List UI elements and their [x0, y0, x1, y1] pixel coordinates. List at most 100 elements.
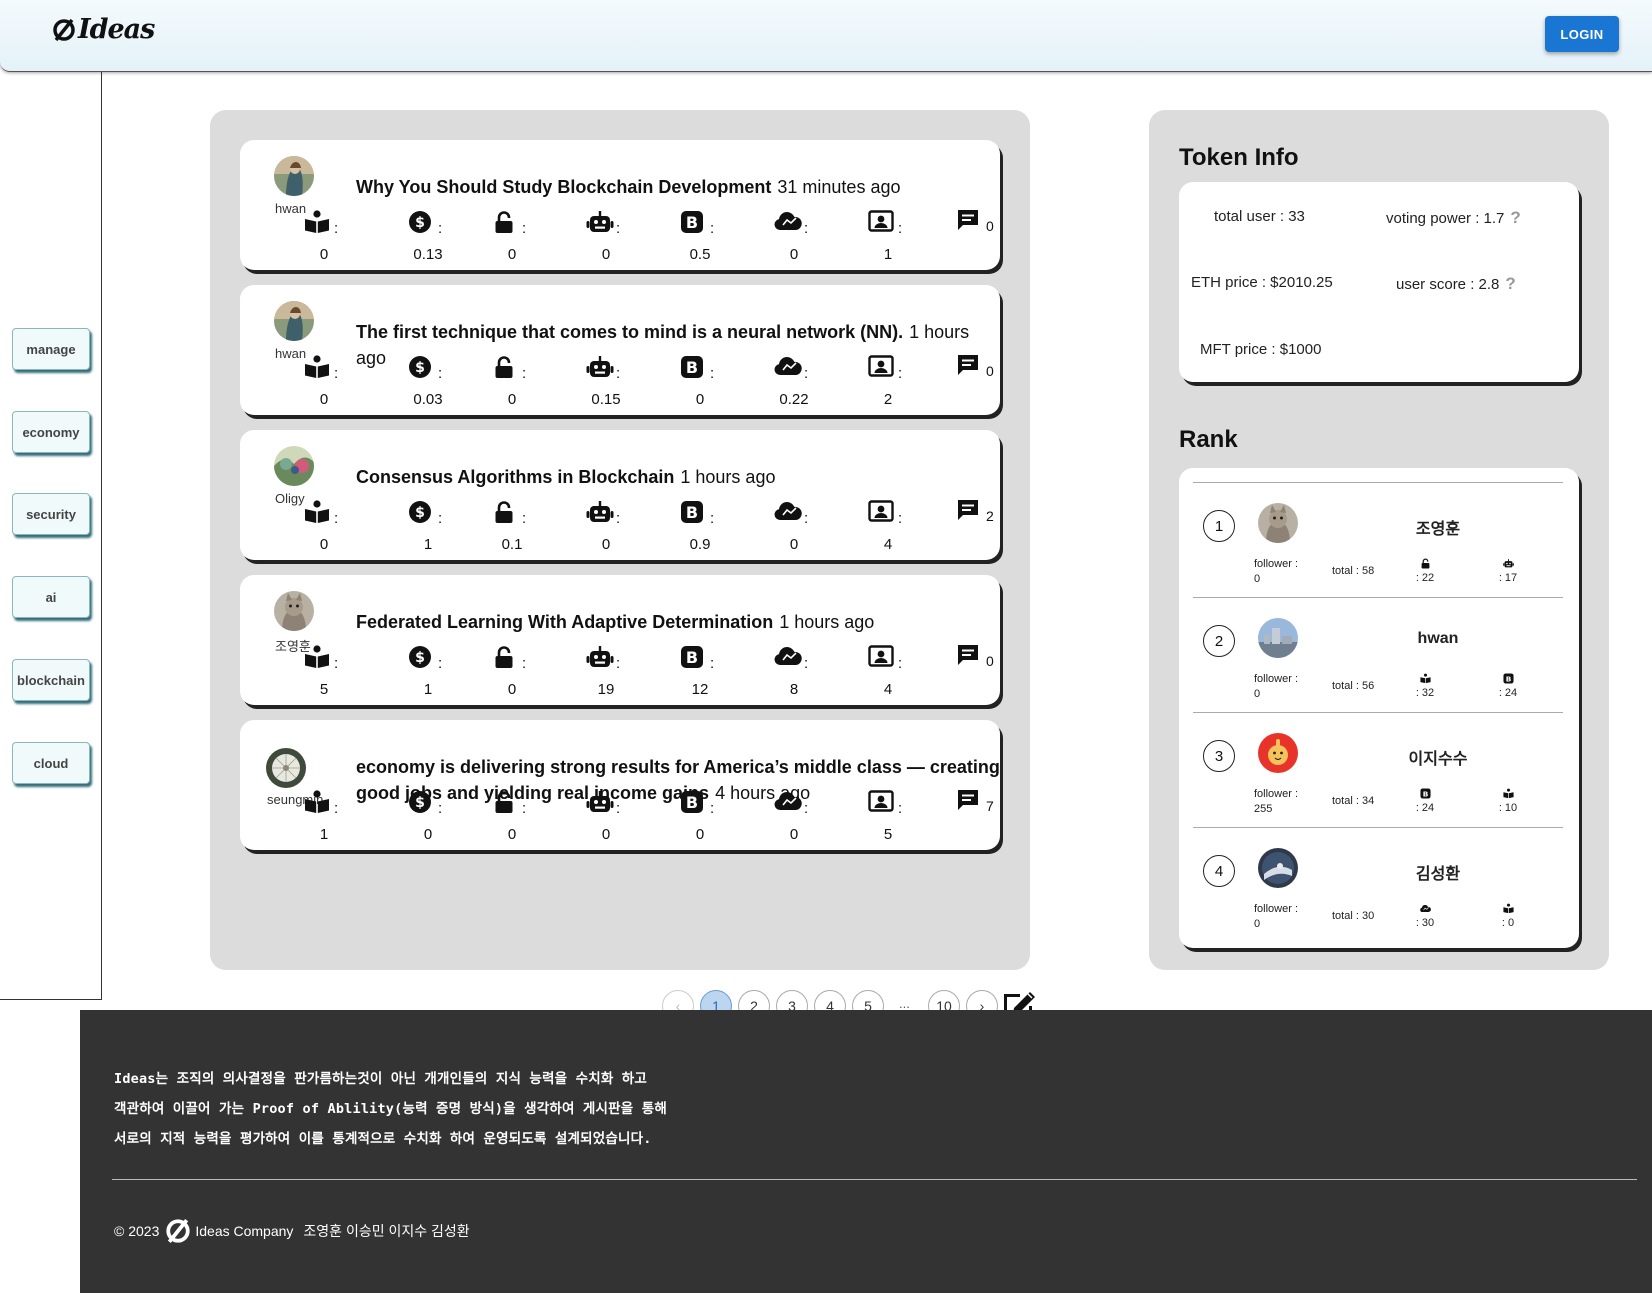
rank-row[interactable]: 1 조영훈 follower : 0 total : 58: 22: 17	[1193, 482, 1563, 597]
stat-value: 19	[597, 681, 615, 698]
post-card[interactable]: seungmin economy is delivering strong res…	[240, 720, 1000, 850]
robot-icon	[586, 355, 616, 381]
rank-avatar[interactable]	[1258, 733, 1298, 773]
author-avatar[interactable]	[274, 156, 314, 196]
post-card[interactable]: 조영훈 Federated Learning With Adaptive Dete…	[240, 575, 1000, 705]
category-blockchain-button[interactable]: blockchain	[12, 659, 90, 701]
post-title[interactable]: Federated Learning With Adaptive Determi…	[356, 609, 1001, 635]
post-card[interactable]: Oligy Consensus Algorithms in Blockchain 1…	[240, 430, 1000, 560]
post-title-text[interactable]: Federated Learning With Adaptive Determi…	[356, 612, 773, 632]
logo[interactable]: Ideas	[52, 14, 155, 45]
post-title-text[interactable]: The first technique that comes to mind i…	[356, 322, 903, 342]
bitcoin-icon: B	[680, 500, 710, 526]
author-name[interactable]: hwan	[275, 201, 306, 216]
follower-label: follower :	[1254, 788, 1299, 800]
post-time: 1 hours ago	[779, 612, 875, 632]
cloud-icon	[774, 210, 804, 236]
author-name[interactable]: Oligy	[275, 491, 305, 506]
rank-stat: : 17	[1493, 558, 1523, 584]
author-avatar[interactable]	[266, 748, 306, 788]
footer-line: Ideas는 조직의 의사결정을 판가름하는것이 아닌 개개인들의 지식 능력을…	[114, 1071, 648, 1087]
post-time: 1 hours ago	[680, 467, 776, 487]
author-avatar[interactable]	[274, 446, 314, 486]
rank-stat-value: : 17	[1498, 572, 1518, 584]
stat-separator: :	[616, 655, 621, 672]
post-title-text[interactable]: Why You Should Study Blockchain Developm…	[356, 177, 771, 197]
lock-icon	[492, 790, 522, 816]
comment-count[interactable]: 2	[956, 498, 994, 527]
post-title[interactable]: Why You Should Study Blockchain Developm…	[356, 174, 1001, 200]
footer-divider	[112, 1179, 1637, 1180]
comment-count[interactable]: 0	[956, 208, 994, 237]
post-card[interactable]: hwan Why You Should Study Blockchain Deve…	[240, 140, 1000, 270]
stat-separator: :	[438, 220, 443, 237]
help-icon[interactable]: ?	[1510, 208, 1520, 227]
stat-separator: :	[522, 800, 527, 817]
stat-value: 5	[883, 826, 893, 843]
author-name[interactable]: hwan	[275, 346, 306, 361]
rank-row[interactable]: 3 이지수수 follower : 255 total : 34 B: 24: 10	[1193, 712, 1563, 827]
comment-count-value: 2	[986, 508, 994, 524]
logo-text: Ideas	[78, 14, 155, 45]
rank-row[interactable]: 4 김성환 follower : 0 total : 30: 30: 0	[1193, 827, 1563, 942]
book-icon	[304, 210, 334, 236]
stat-value: 12	[691, 681, 709, 698]
post-title[interactable]: economy is delivering strong results for…	[356, 754, 1001, 806]
rank-row[interactable]: 2 hwan follower : 0 total : 56: 32 B: 24	[1193, 597, 1563, 712]
stat-separator: :	[438, 365, 443, 382]
cloud-icon	[774, 790, 804, 816]
stat-value: 0	[601, 536, 611, 553]
rank-user-name[interactable]: 김성환	[1343, 860, 1533, 884]
rank-user-name[interactable]: hwan	[1343, 630, 1533, 648]
post-title-text[interactable]: economy is delivering strong results for…	[356, 757, 1000, 803]
stat-value: 0	[507, 826, 517, 843]
logo-icon	[166, 1218, 191, 1244]
svg-text:$: $	[415, 505, 425, 521]
category-economy-button[interactable]: economy	[12, 411, 90, 453]
login-button[interactable]: LOGIN	[1545, 16, 1619, 52]
rank-user-name[interactable]: 이지수수	[1343, 745, 1533, 769]
post-title[interactable]: The first technique that comes to mind i…	[356, 319, 1001, 371]
stat-value: 1	[423, 681, 433, 698]
follower-count: 0	[1254, 573, 1261, 585]
comment-count[interactable]: 7	[956, 788, 994, 817]
rank-avatar[interactable]	[1258, 848, 1298, 888]
author-avatar[interactable]	[274, 301, 314, 341]
stat-separator: :	[616, 800, 621, 817]
pagination-ellipsis: ...	[899, 996, 910, 1011]
comment-count[interactable]: 0	[956, 353, 994, 382]
side-info-panel: Token Info total user : 33 voting power …	[1149, 110, 1609, 970]
post-title-text[interactable]: Consensus Algorithms in Blockchain	[356, 467, 674, 487]
stat-separator: :	[334, 800, 339, 817]
rank-stat: : 10	[1493, 788, 1523, 814]
post-card[interactable]: hwan The first technique that comes to mi…	[240, 285, 1000, 415]
stat-value: 0	[789, 826, 799, 843]
help-icon[interactable]: ?	[1505, 274, 1515, 293]
category-manage-button[interactable]: manage	[12, 328, 90, 370]
post-title[interactable]: Consensus Algorithms in Blockchain 1 hour…	[356, 464, 1001, 490]
footer-line: 서로의 지적 능력을 평가하여 이를 통계적으로 수치화 하여 운영되도록 설계…	[114, 1131, 652, 1147]
footer-line: 객관하여 이끌어 가는 Proof of Ablility(능력 증명 방식)을…	[114, 1101, 667, 1117]
stat-value: 0	[601, 246, 611, 263]
stat-value: 0.1	[501, 536, 523, 553]
robot-icon	[586, 645, 616, 671]
author-avatar[interactable]	[274, 591, 314, 631]
stat-value: 1	[883, 246, 893, 263]
stat-separator: :	[334, 365, 339, 382]
comment-count[interactable]: 0	[956, 643, 994, 672]
rank-avatar[interactable]	[1258, 618, 1298, 658]
follower-label: follower :	[1254, 558, 1299, 570]
stat-separator: :	[438, 655, 443, 672]
bitcoin-icon: B	[680, 355, 710, 381]
category-security-button[interactable]: security	[12, 493, 90, 535]
rank-number: 2	[1203, 625, 1235, 657]
category-cloud-button[interactable]: cloud	[12, 742, 90, 784]
dollar-coin-icon: $	[408, 210, 438, 236]
comment-icon	[956, 500, 980, 526]
category-ai-button[interactable]: ai	[12, 576, 90, 618]
rank-user-name[interactable]: 조영훈	[1343, 515, 1533, 539]
stat-separator: :	[898, 655, 903, 672]
rank-avatar[interactable]	[1258, 503, 1298, 543]
stat-separator: :	[710, 800, 715, 817]
stat-separator: :	[898, 800, 903, 817]
